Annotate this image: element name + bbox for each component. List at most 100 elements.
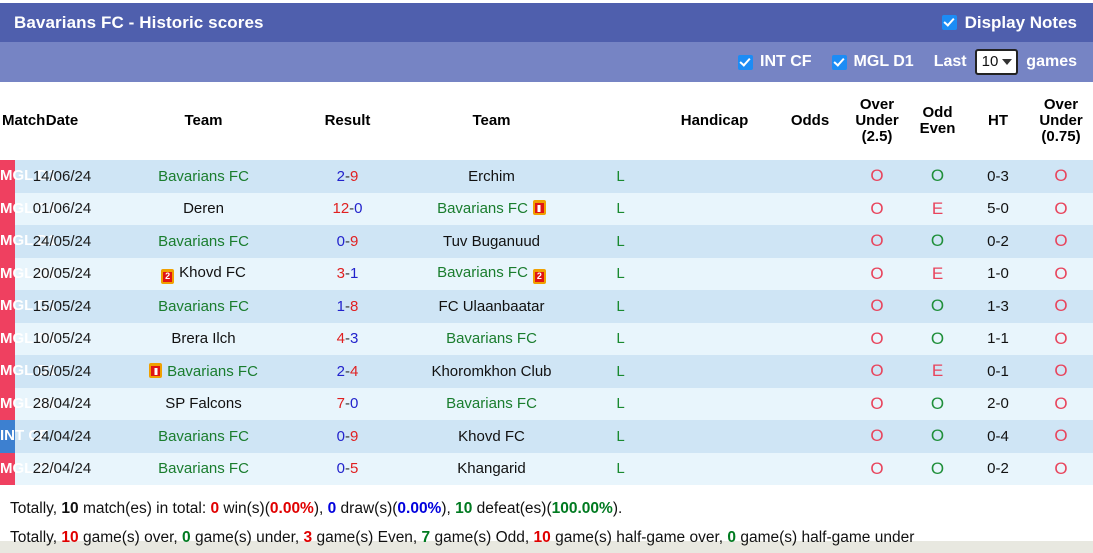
cell-team-home[interactable]: Bavarians FC [109,160,298,193]
league-badge: MGL D1 [0,192,56,225]
table-row[interactable]: MGL D105/05/24Bavarians FC2-4Khoromkhon … [0,355,1093,388]
table-row[interactable]: MGL D101/06/24Deren12-0Bavarians FCLOE5-… [0,192,1093,225]
over-under-075-mark: O [1054,263,1068,283]
s2-half-over: 10 [533,529,551,547]
cell-team-home[interactable]: Brera Ilch [109,322,298,355]
cell-odd-even: E [908,355,967,388]
s2-p4: game(s) Even, [312,529,422,547]
cell-team-home[interactable]: SP Falcons [109,387,298,420]
cell-league: MGL D1 [0,160,56,193]
cell-team-home[interactable]: Bavarians FC [109,420,298,453]
header-ou2-line3: (0.75) [1041,128,1081,146]
games-count-select[interactable]: 10 [974,49,1019,75]
cell-over-under-075: O [1029,420,1093,453]
team-away-name: Tuv Buganuud [442,232,541,250]
table-row[interactable]: MGL D114/06/24Bavarians FC2-9ErchimLOO0-… [0,160,1093,193]
cell-team-home[interactable]: Bavarians FC [109,290,298,323]
score-away: 9 [350,427,359,445]
over-under-mark: O [870,263,884,283]
table-header: Match Date Team Result Team Handicap Odd… [0,82,1093,160]
cell-team-home[interactable]: Bavarians FC [109,225,298,258]
team-away-name: Bavarians FC [446,330,537,348]
cell-over-under-25: O [846,192,908,225]
s1-wins: 0 [210,500,220,517]
table-row[interactable]: MGL D124/05/24Bavarians FC0-9Tuv Buganuu… [0,225,1093,258]
ht-score: 5-0 [987,200,1009,218]
cell-odd-even: O [908,387,967,420]
cell-team-away[interactable]: Bavarians FC [397,322,586,355]
team-home-name: SP Falcons [165,395,242,413]
summary-section: Totally, 10 match(es) in total: 0 win(s)… [0,485,1093,553]
cell-ht: 0-4 [967,420,1029,453]
team-home-name: Bavarians FC [167,362,258,380]
summary-line-2: Totally, 10 game(s) over, 0 game(s) unde… [10,523,1083,552]
cell-handicap [655,387,774,420]
cell-team-away[interactable]: Erchim [397,160,586,193]
page-title: Bavarians FC - Historic scores [14,12,264,32]
red-card-icon [532,200,546,216]
filter-int-cf[interactable]: INT CF [738,53,812,71]
s2-p7: game(s) half-game under [736,529,915,547]
league-badge: MGL D1 [0,452,56,485]
cell-handicap [655,290,774,323]
cell-wdl: L [586,355,655,388]
cell-team-home[interactable]: 2 Khovd FC [109,257,298,290]
filter-mgl-d1[interactable]: MGL D1 [831,53,914,71]
s1-draw-pct: 0.00% [397,500,442,517]
cell-team-away[interactable]: Bavarians FC 2 [397,257,586,290]
table-row[interactable]: MGL D122/04/24Bavarians FC0-5KhangaridLO… [0,452,1093,485]
cell-wdl: L [586,257,655,290]
display-notes-checkbox[interactable] [941,15,957,30]
score-away: 0 [350,395,359,413]
cell-ht: 0-2 [967,225,1029,258]
table-row[interactable]: MGL D120/05/242Khovd FC3-1Bavarians FC2L… [0,257,1093,290]
odd-even-mark: O [930,328,945,348]
cell-team-away[interactable]: Khangarid [397,452,586,485]
cell-team-away[interactable]: Tuv Buganuud [397,225,586,258]
cell-over-under-25: O [846,355,908,388]
display-notes-control[interactable]: Display Notes [941,13,1077,33]
ht-score: 0-4 [987,427,1009,445]
cell-over-under-25: O [846,420,908,453]
team-home-name: Bavarians FC [158,232,249,250]
s1-total: 10 [61,500,79,517]
cell-result: 7-0 [298,387,397,420]
odd-even-mark: O [930,231,945,251]
cell-wdl: L [586,452,655,485]
mgl-d1-label: MGL D1 [853,53,914,70]
team-away-name: Khangarid [457,460,526,478]
cell-handicap [655,420,774,453]
result-letter: L [616,297,625,315]
cell-team-away[interactable]: Khoromkhon Club [397,355,586,388]
cell-team-away[interactable]: Khovd FC [397,420,586,453]
cell-team-away[interactable]: Bavarians FC [397,192,586,225]
table-row[interactable]: INT CF24/04/24Bavarians FC0-9Khovd FCLOO… [0,420,1093,453]
cell-league: MGL D1 [0,225,56,258]
cell-team-home[interactable]: Deren [109,192,298,225]
header-team-away: Team [397,82,586,160]
table-row[interactable]: MGL D110/05/24Brera Ilch4-3Bavarians FCL… [0,322,1093,355]
s2-odd: 7 [421,529,431,547]
cell-league: MGL D1 [0,322,56,355]
s2-half-under: 0 [727,529,737,547]
score-home: 0 [336,460,345,478]
cell-handicap [655,322,774,355]
mgl-d1-checkbox[interactable] [831,54,847,70]
historic-scores-table: Match Date Team Result Team Handicap Odd… [0,82,1093,485]
cell-team-home[interactable]: Bavarians FC [109,452,298,485]
cell-over-under-075: O [1029,290,1093,323]
score-home: 2 [336,167,345,185]
cell-result: 1-8 [298,290,397,323]
cell-team-away[interactable]: FC Ulaanbaatar [397,290,586,323]
table-row[interactable]: MGL D128/04/24SP Falcons7-0Bavarians FCL… [0,387,1093,420]
cell-wdl: L [586,322,655,355]
table-row[interactable]: MGL D115/05/24Bavarians FC1-8FC Ulaanbaa… [0,290,1093,323]
int-cf-checkbox[interactable] [738,54,753,70]
team-home-name: Bavarians FC [158,297,249,315]
over-under-075-mark: O [1054,426,1068,446]
header-oe-line1: Odd [922,103,953,121]
score-home: 2 [336,362,345,380]
cell-team-away[interactable]: Bavarians FC [397,387,586,420]
cell-team-home[interactable]: Bavarians FC [109,355,298,388]
cell-league: MGL D1 [0,192,56,225]
